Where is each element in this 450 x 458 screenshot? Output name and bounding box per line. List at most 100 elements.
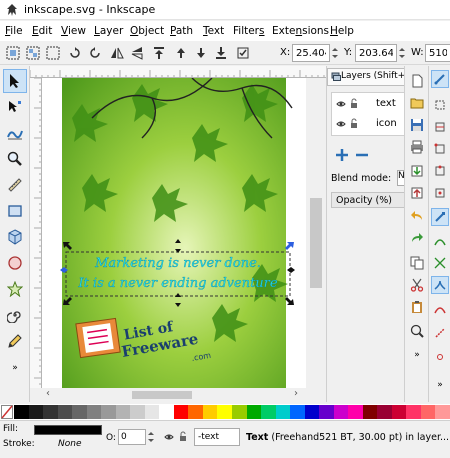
color-swatch[interactable] <box>159 405 175 419</box>
horizontal-scrollbar[interactable]: ‹ › <box>42 388 306 402</box>
snap-midpoints-toggle[interactable] <box>431 162 449 180</box>
snap-others-toggle[interactable] <box>431 348 449 366</box>
cut-button[interactable] <box>408 276 426 294</box>
scroll-right-icon[interactable]: › <box>294 388 298 399</box>
zoom-tool[interactable] <box>3 147 27 171</box>
caption-line-1[interactable]: Marketing is never done. <box>94 256 261 271</box>
color-swatch[interactable] <box>290 405 306 419</box>
color-swatch[interactable] <box>173 405 189 419</box>
deselect-button[interactable] <box>44 44 62 62</box>
no-paint-swatch[interactable] <box>1 405 13 419</box>
select-all-button[interactable] <box>4 44 22 62</box>
color-swatch[interactable] <box>304 405 320 419</box>
snap-guides-toggle[interactable] <box>431 324 449 342</box>
rotate-ccw-button[interactable] <box>66 44 84 62</box>
color-swatch[interactable] <box>14 405 29 419</box>
color-swatch[interactable] <box>246 405 262 419</box>
redo-button[interactable] <box>408 230 426 248</box>
menu-edit[interactable]: Edit <box>32 25 52 37</box>
menu-extensions[interactable]: Extensions <box>272 25 329 37</box>
snap-intersections-toggle[interactable] <box>431 254 449 272</box>
spiral-tool[interactable] <box>3 303 27 327</box>
snap-bbox-toggle[interactable] <box>431 96 449 114</box>
tweak-tool[interactable] <box>3 121 27 145</box>
new-document-button[interactable] <box>408 72 426 90</box>
menu-file[interactable]: File <box>5 25 23 37</box>
save-button[interactable] <box>408 116 426 134</box>
y-spinner-icon[interactable] <box>397 44 407 62</box>
remove-layer-icon[interactable] <box>355 148 369 162</box>
color-swatch[interactable] <box>275 405 291 419</box>
snap-paths-toggle[interactable] <box>431 232 449 250</box>
vertical-scrollbar[interactable] <box>306 78 326 388</box>
ellipse-tool[interactable] <box>3 251 27 275</box>
export-button[interactable] <box>408 184 426 202</box>
undo-button[interactable] <box>408 208 426 226</box>
star-tool[interactable] <box>3 277 27 301</box>
color-swatch[interactable] <box>406 405 422 419</box>
opacity-input[interactable] <box>118 429 146 445</box>
color-swatch[interactable] <box>348 405 364 419</box>
color-swatch[interactable] <box>420 405 436 419</box>
x-spinner-icon[interactable] <box>330 44 340 62</box>
open-button[interactable] <box>408 94 426 112</box>
lock-open-icon[interactable] <box>350 98 358 109</box>
snap-center-toggle[interactable] <box>431 184 449 202</box>
more-snap-button[interactable]: » <box>431 376 449 394</box>
snap-bbox-edges-toggle[interactable] <box>431 118 449 136</box>
lock-open-icon[interactable] <box>350 118 358 129</box>
color-swatch[interactable] <box>391 405 407 419</box>
current-layer-select[interactable]: -text <box>194 428 240 446</box>
lower-to-bottom-button[interactable] <box>212 44 230 62</box>
zoom-selection-button[interactable] <box>408 322 426 340</box>
menu-view[interactable]: View <box>61 25 86 37</box>
rotate-cw-button[interactable] <box>86 44 104 62</box>
eye-icon[interactable] <box>336 119 346 129</box>
snap-nodes-toggle[interactable] <box>431 208 449 226</box>
color-swatch[interactable] <box>435 405 450 419</box>
flip-horizontal-button[interactable] <box>108 44 126 62</box>
menu-layer[interactable]: Layer <box>94 25 123 37</box>
color-swatch[interactable] <box>333 405 349 419</box>
color-swatch[interactable] <box>202 405 218 419</box>
opacity-spinner-icon[interactable] <box>147 429 155 445</box>
y-coordinate-input[interactable] <box>355 44 397 62</box>
more-commands-button[interactable]: » <box>408 346 426 364</box>
color-swatch[interactable] <box>217 405 233 419</box>
color-swatch[interactable] <box>319 405 335 419</box>
copy-button[interactable] <box>408 254 426 272</box>
layer-visibility-eye-icon[interactable] <box>164 432 174 442</box>
import-button[interactable] <box>408 162 426 180</box>
layers-tab[interactable]: Layers (Shift+C <box>327 68 411 86</box>
menu-text[interactable]: Text <box>203 25 224 37</box>
3d-box-tool[interactable] <box>3 225 27 249</box>
layer-lock-icon[interactable] <box>179 431 187 442</box>
color-swatch[interactable] <box>86 405 102 419</box>
caption-line-2[interactable]: It is a never ending adventure <box>77 276 278 291</box>
color-swatch[interactable] <box>72 405 88 419</box>
eye-icon[interactable] <box>336 99 346 109</box>
color-swatch[interactable] <box>130 405 146 419</box>
flip-vertical-button[interactable] <box>128 44 146 62</box>
print-button[interactable] <box>408 138 426 156</box>
menu-object[interactable]: Object <box>130 25 164 37</box>
opacity-expander[interactable]: Opacity (%) <box>331 192 405 208</box>
snap-smooth-nodes-toggle[interactable] <box>431 300 449 318</box>
paste-button[interactable] <box>408 298 426 316</box>
color-swatch[interactable] <box>362 405 378 419</box>
select-all-layers-button[interactable] <box>24 44 42 62</box>
stroke-value[interactable]: None <box>58 439 81 449</box>
color-swatch[interactable] <box>261 405 277 419</box>
layer-row-icon[interactable]: icon <box>332 115 406 133</box>
snap-enable-toggle[interactable] <box>431 70 449 88</box>
toggle-options-button[interactable] <box>234 44 252 62</box>
node-tool[interactable] <box>3 95 27 119</box>
color-swatch[interactable] <box>28 405 44 419</box>
color-swatch[interactable] <box>43 405 59 419</box>
x-coordinate-input[interactable] <box>292 44 330 62</box>
raise-to-top-button[interactable] <box>150 44 168 62</box>
color-swatch[interactable] <box>232 405 247 419</box>
color-swatch[interactable] <box>101 405 117 419</box>
color-swatch[interactable] <box>188 405 204 419</box>
layer-row-text[interactable]: text <box>332 95 406 113</box>
